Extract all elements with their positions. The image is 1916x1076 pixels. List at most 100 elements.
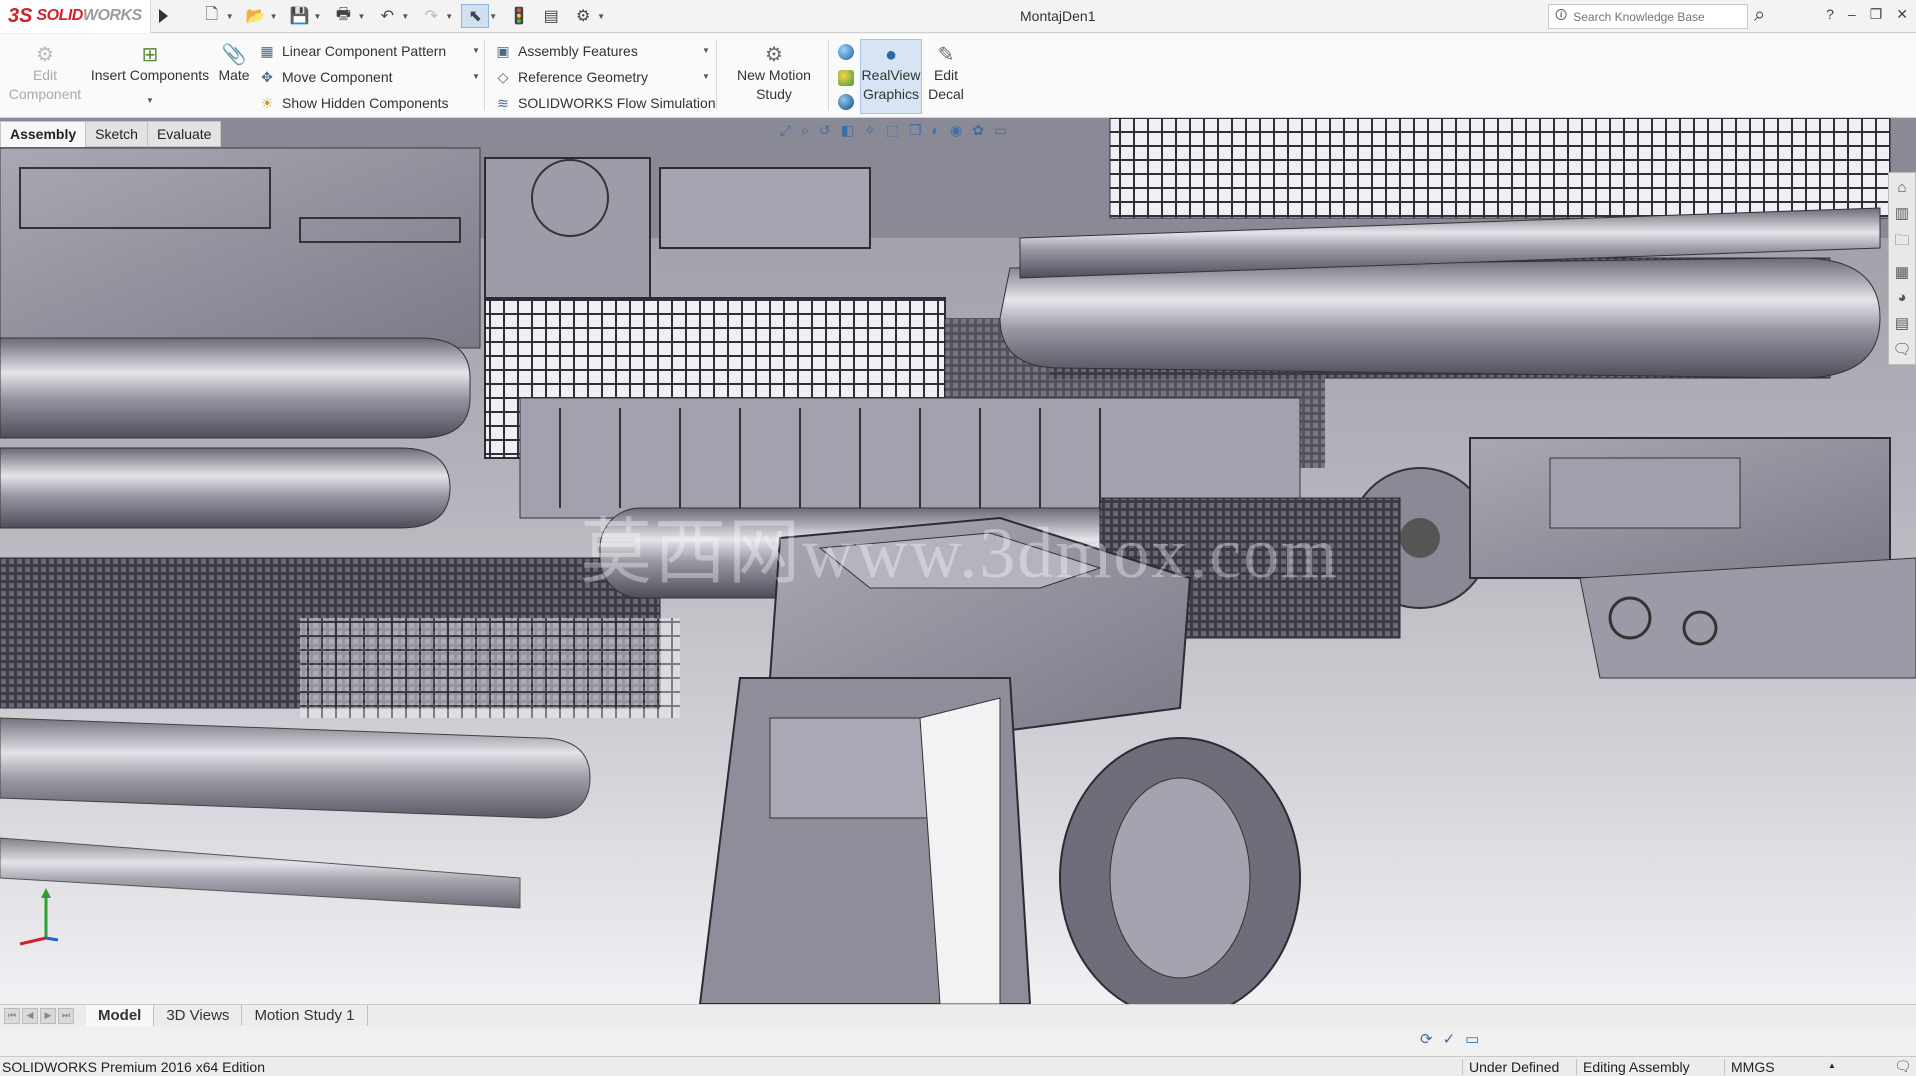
- scene-icon[interactable]: [838, 94, 854, 110]
- logo-solid: SOLID: [36, 7, 83, 24]
- paperclip-mate-icon: 📎: [221, 44, 247, 66]
- home-icon[interactable]: ⌂: [1897, 179, 1906, 196]
- save-icon[interactable]: 💾: [286, 4, 314, 28]
- ds-logo-icon: 3S: [8, 4, 33, 27]
- undo-icon[interactable]: ↶: [373, 4, 401, 28]
- solidworks-logo[interactable]: 3S SOLIDWORKS: [0, 0, 151, 33]
- custom-properties-icon[interactable]: ▤: [1895, 314, 1909, 332]
- undo-dropdown-icon[interactable]: ▼: [401, 12, 409, 21]
- ribbon-separator: [828, 40, 829, 110]
- move-component-button[interactable]: ✥ Move Component: [258, 68, 392, 86]
- previous-view-icon[interactable]: ↺: [819, 122, 831, 139]
- ribbon-separator: [716, 40, 717, 110]
- tab-assembly[interactable]: Assembly: [0, 121, 87, 147]
- rebuild-icon[interactable]: 🚦: [505, 4, 533, 28]
- insert-components-icon: ⊞: [141, 44, 159, 66]
- mate-button[interactable]: 📎 Mate: [216, 44, 252, 85]
- tab-motion-study-1[interactable]: Motion Study 1: [242, 1005, 368, 1026]
- save-dropdown-icon[interactable]: ▼: [314, 12, 322, 21]
- show-hidden-components-button[interactable]: ☀ Show Hidden Components: [258, 94, 449, 112]
- select-pointer-icon[interactable]: ⬉: [461, 4, 490, 28]
- options-gear-icon[interactable]: ⚙: [569, 4, 597, 28]
- realview-graphics-button[interactable]: ● RealView Graphics: [860, 44, 922, 104]
- redo-dropdown-icon[interactable]: ▼: [445, 12, 453, 21]
- linear-component-pattern-button[interactable]: ▦ Linear Component Pattern: [258, 42, 446, 60]
- minimize-icon[interactable]: –: [1848, 6, 1856, 23]
- show-hidden-icon: ☀: [260, 94, 274, 111]
- insert-components-dropdown-icon[interactable]: ▼: [146, 96, 154, 105]
- new-document-icon[interactable]: 🗋: [198, 4, 226, 28]
- open-folder-icon[interactable]: 📂: [242, 4, 270, 28]
- new-motion-study-button[interactable]: ⚙ New Motion Study: [726, 44, 822, 104]
- tab-sketch[interactable]: Sketch: [85, 121, 148, 147]
- reference-geometry-dropdown-icon[interactable]: ▼: [702, 72, 710, 81]
- appearances-icon[interactable]: [838, 70, 854, 86]
- appearances-scenes-icon[interactable]: ◕: [1897, 289, 1906, 306]
- prev-tab-icon[interactable]: ◀: [22, 1007, 38, 1024]
- file-properties-icon[interactable]: ▤: [537, 4, 565, 28]
- first-tab-icon[interactable]: ⏮: [4, 1007, 20, 1024]
- zoom-to-area-icon[interactable]: ⌕: [801, 122, 809, 139]
- notes-status-icon[interactable]: ▭: [1465, 1030, 1479, 1048]
- forum-icon[interactable]: 🗨: [1892, 340, 1911, 358]
- window-controls: ? – ❐ ✕: [1826, 6, 1908, 23]
- rebuild-status-icon[interactable]: ⟳: [1420, 1030, 1433, 1048]
- flow-simulation-button[interactable]: ≋ SOLIDWORKS Flow Simulation: [494, 94, 715, 112]
- tab-model[interactable]: Model: [86, 1005, 155, 1026]
- move-component-dropdown-icon[interactable]: ▼: [472, 72, 480, 81]
- open-dropdown-icon[interactable]: ▼: [270, 12, 278, 21]
- print-icon[interactable]: 🖶: [329, 4, 357, 28]
- edit-decal-button[interactable]: ✎ Edit Decal: [926, 44, 966, 104]
- view-orientation-icon[interactable]: ⬚: [886, 122, 899, 139]
- assembly-features-button[interactable]: ▣ Assembly Features: [494, 42, 637, 60]
- linear-pattern-icon: ▦: [260, 42, 274, 59]
- help-icon[interactable]: ?: [1826, 6, 1834, 23]
- next-tab-icon[interactable]: ▶: [40, 1007, 56, 1024]
- display-states-icon[interactable]: [838, 44, 854, 60]
- graphics-area[interactable]: ⤢ ⌕ ↺ ◧ ✧ ⬚ ❒ ◐ ◉ ✿ ▭ ⌂ ▥ 🗀 ▦ ◕ ▤ 🗨 莫西网w…: [0, 118, 1916, 1004]
- menu-expand-arrow-icon[interactable]: [158, 9, 168, 23]
- status-bar: SOLIDWORKS Premium 2016 x64 Edition Unde…: [0, 1056, 1916, 1076]
- tab-evaluate[interactable]: Evaluate: [146, 121, 222, 147]
- search-icon[interactable]: ⌕: [1754, 4, 1765, 27]
- move-component-icon: ✥: [261, 68, 273, 85]
- new-dropdown-icon[interactable]: ▼: [226, 12, 234, 21]
- view-settings-icon[interactable]: ▭: [994, 122, 1007, 139]
- select-dropdown-icon[interactable]: ▼: [489, 12, 497, 21]
- zoom-to-fit-icon[interactable]: ⤢: [780, 122, 791, 139]
- quick-tips-icon[interactable]: 🗨: [1894, 1058, 1912, 1075]
- assembly-features-dropdown-icon[interactable]: ▼: [702, 46, 710, 55]
- tab-3d-views[interactable]: 3D Views: [154, 1005, 243, 1026]
- display-style-icon[interactable]: ❒: [909, 122, 922, 139]
- edition-label: SOLIDWORKS Premium 2016 x64 Edition: [2, 1059, 265, 1075]
- status-strip: [0, 1026, 1916, 1056]
- logo-works: WORKS: [82, 7, 142, 24]
- close-icon[interactable]: ✕: [1896, 6, 1908, 23]
- apply-scene-icon[interactable]: ✿: [972, 122, 984, 139]
- edit-appearance-icon[interactable]: ◉: [950, 122, 962, 139]
- reference-geometry-button[interactable]: ◇ Reference Geometry: [494, 68, 648, 86]
- insert-components-button[interactable]: ⊞ Insert Components: [90, 44, 210, 85]
- restore-icon[interactable]: ❐: [1870, 6, 1883, 23]
- reference-triad-icon[interactable]: [10, 888, 60, 948]
- document-title: MontajDen1: [1020, 8, 1096, 24]
- linear-pattern-dropdown-icon[interactable]: ▼: [472, 46, 480, 55]
- last-tab-icon[interactable]: ⏭: [58, 1007, 74, 1024]
- motion-study-icon: ⚙: [765, 44, 783, 66]
- section-view-icon[interactable]: ◧: [841, 122, 854, 139]
- edit-component-button[interactable]: ⚙ Edit Component: [6, 44, 84, 104]
- watermark-text: 莫西网www.3dmox.com: [580, 513, 1340, 593]
- dynamic-annotation-icon[interactable]: ✧: [864, 122, 876, 139]
- unit-system-selector[interactable]: MMGS: [1724, 1059, 1781, 1075]
- view-palette-icon[interactable]: ▦: [1895, 263, 1909, 281]
- tab-scroll-arrows: ⏮ ◀ ▶ ⏭: [4, 1007, 74, 1024]
- search-input[interactable]: [1573, 9, 1734, 24]
- ok-status-icon[interactable]: ✓: [1443, 1030, 1456, 1048]
- units-dropdown-icon[interactable]: ▲: [1828, 1061, 1836, 1070]
- design-library-icon[interactable]: ▥: [1895, 204, 1909, 222]
- file-explorer-icon[interactable]: 🗀: [1894, 230, 1909, 255]
- print-dropdown-icon[interactable]: ▼: [357, 12, 365, 21]
- hide-show-items-icon[interactable]: ◐: [932, 122, 940, 139]
- options-dropdown-icon[interactable]: ▼: [597, 12, 605, 21]
- redo-icon[interactable]: ↷: [417, 4, 445, 28]
